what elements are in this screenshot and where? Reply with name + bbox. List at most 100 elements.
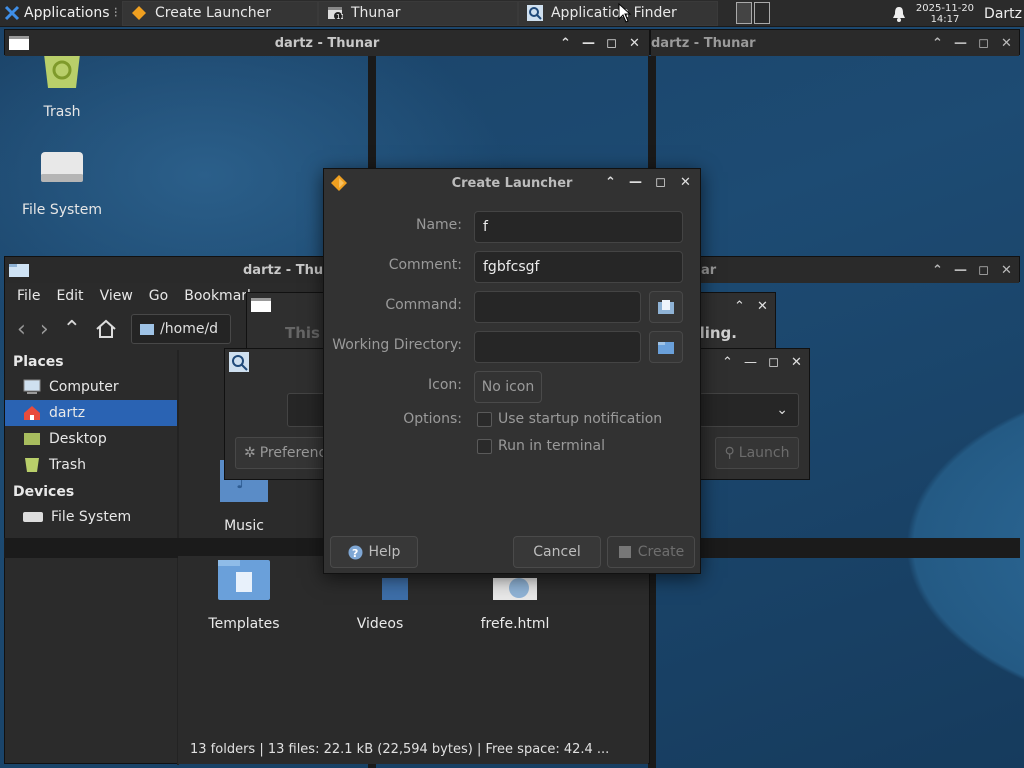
comment-field[interactable]: fgbfcsgf <box>474 251 683 283</box>
close-button[interactable]: ✕ <box>1000 36 1013 51</box>
window-icon <box>9 36 29 50</box>
maximize-button[interactable]: ◻ <box>605 36 618 51</box>
close-button[interactable]: ✕ <box>1000 263 1013 278</box>
shade-button[interactable]: ⌃ <box>721 355 734 370</box>
window-icon: 11 <box>327 7 343 21</box>
launch-button[interactable]: ⚲ Launch <box>715 437 799 469</box>
comment-label: Comment: <box>388 257 462 273</box>
preferences-button[interactable]: ✲ Preferences <box>235 437 342 469</box>
sidebar-item-desktop[interactable]: Desktop <box>5 426 177 452</box>
side-pane: Places Computer dartz Desktop Trash Devi… <box>5 350 177 540</box>
home-folder-icon <box>24 406 40 420</box>
desktop-icon <box>24 433 40 445</box>
workspace-2[interactable] <box>753 2 770 24</box>
close-button[interactable]: ✕ <box>679 175 692 190</box>
minimize-button[interactable]: — <box>744 355 757 370</box>
close-button[interactable]: ✕ <box>628 36 641 51</box>
cancel-button[interactable]: Cancel <box>513 536 601 568</box>
run-in-terminal-checkbox[interactable]: Run in terminal <box>477 438 605 454</box>
sidebar-item-trash[interactable]: Trash <box>5 452 177 478</box>
forward-icon[interactable]: › <box>40 317 49 342</box>
desktop-icon-label: File System <box>21 202 103 218</box>
menu-edit[interactable]: Edit <box>56 288 83 304</box>
trash-icon <box>25 458 39 472</box>
mouse-cursor-icon <box>618 3 632 23</box>
button-label: Create <box>637 544 685 560</box>
checkbox[interactable] <box>477 411 492 427</box>
desktop-icon-file-system[interactable]: File System <box>12 150 112 218</box>
thunar-window-top-right[interactable]: dartz - Thunar ⌃ — ◻ ✕ <box>650 29 1020 56</box>
name-field[interactable]: f <box>474 211 683 243</box>
xfce-logo-icon <box>4 5 20 21</box>
browse-command-button[interactable] <box>649 291 683 323</box>
startup-notification-checkbox[interactable]: Use startup notification <box>477 411 662 427</box>
menu-go[interactable]: Go <box>149 288 168 304</box>
sidebar-item-file-system[interactable]: File System <box>5 504 177 530</box>
drive-icon <box>41 152 83 182</box>
shade-button[interactable]: ⌃ <box>931 36 944 51</box>
workspace-switcher[interactable] <box>735 2 770 24</box>
minimize-button[interactable]: — <box>954 36 967 51</box>
file-item-videos[interactable]: Videos <box>320 578 440 632</box>
maximize-button[interactable]: ◻ <box>767 355 780 370</box>
sidebar-item-dartz[interactable]: dartz <box>5 400 177 426</box>
workspace-1[interactable] <box>735 2 752 24</box>
home-icon[interactable] <box>95 318 117 340</box>
close-button[interactable]: ✕ <box>790 355 803 370</box>
menu-view[interactable]: View <box>100 288 133 304</box>
folder-window-icon <box>9 264 29 277</box>
create-launcher-dialog[interactable]: Create Launcher ⌃ — ◻ ✕ Name: f Comment:… <box>323 168 701 574</box>
maximize-button[interactable]: ◻ <box>977 36 990 51</box>
file-label: Music <box>224 518 264 534</box>
shade-button[interactable]: ⌃ <box>604 175 617 190</box>
notification-bell-icon[interactable] <box>892 6 906 22</box>
up-icon[interactable]: ⌃ <box>63 317 81 342</box>
title-bar[interactable]: Create Launcher ⌃ — ◻ ✕ <box>324 169 700 197</box>
sidebar-item-label: File System <box>51 509 132 525</box>
file-item-templates[interactable]: Templates <box>184 556 304 632</box>
shade-button[interactable]: ⌃ <box>931 263 944 278</box>
sidebar-item-computer[interactable]: Computer <box>5 374 177 400</box>
maximize-button[interactable]: ◻ <box>977 263 990 278</box>
applications-menu[interactable]: Applications ⁝ <box>0 0 122 27</box>
title-bar[interactable]: dartz - Thunar ⌃ — ◻ ✕ <box>5 30 649 56</box>
back-icon[interactable]: ‹ <box>17 317 26 342</box>
checkbox[interactable] <box>477 438 492 454</box>
file-item-frefe-html[interactable]: frefe.html <box>455 578 575 632</box>
minimize-button[interactable]: — <box>582 36 595 51</box>
open-file-icon <box>658 300 674 314</box>
command-row: Command: <box>324 297 462 313</box>
devices-header: Devices <box>13 484 75 500</box>
location-bar[interactable]: /home/d <box>131 314 232 344</box>
thunar-window-right[interactable]: ar ⌃ — ◻ ✕ <box>700 256 1020 283</box>
menu-file[interactable]: File <box>17 288 40 304</box>
name-label: Name: <box>415 217 462 233</box>
maximize-button[interactable]: ◻ <box>654 175 667 190</box>
title-bar[interactable]: ar ⌃ — ◻ ✕ <box>701 257 1019 283</box>
minimize-button[interactable]: — <box>629 175 642 190</box>
window-title: ar <box>701 262 717 278</box>
search-input[interactable] <box>287 393 327 427</box>
thunar-window-top[interactable]: dartz - Thunar ⌃ — ◻ ✕ <box>4 29 650 56</box>
icon-label: Icon: <box>428 377 462 393</box>
task-thunar[interactable]: 11 Thunar <box>317 0 518 26</box>
shade-button[interactable]: ⌃ <box>733 299 746 314</box>
clock[interactable]: 2025-11-20 14:17 <box>916 3 974 25</box>
shade-button[interactable]: ⌃ <box>559 36 572 51</box>
desktop-icon-trash[interactable]: Trash <box>22 54 102 120</box>
title-bar[interactable]: dartz - Thunar ⌃ — ◻ ✕ <box>651 30 1019 56</box>
create-button[interactable]: Create <box>607 536 695 568</box>
close-button[interactable]: ✕ <box>756 299 769 314</box>
help-button[interactable]: ? Help <box>330 536 418 568</box>
task-create-launcher[interactable]: Create Launcher <box>121 0 318 26</box>
user-menu[interactable]: Dartz <box>984 6 1022 22</box>
minimize-button[interactable]: — <box>954 263 967 278</box>
working-directory-field[interactable] <box>474 331 641 363</box>
expand-dropdown[interactable]: ⌄ <box>699 393 799 427</box>
name-row: Name: <box>324 217 462 233</box>
templates-folder-icon <box>218 560 270 600</box>
icon-button[interactable]: No icon <box>474 371 542 403</box>
command-field[interactable] <box>474 291 641 323</box>
browse-directory-button[interactable] <box>649 331 683 363</box>
checkbox-label: Run in terminal <box>498 438 605 454</box>
